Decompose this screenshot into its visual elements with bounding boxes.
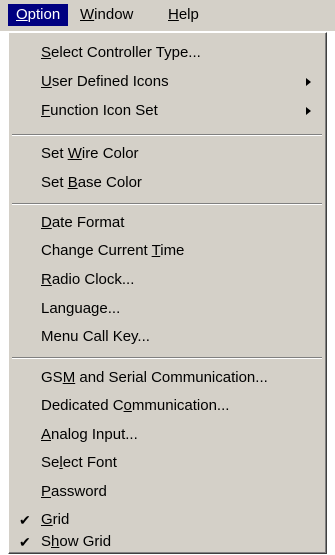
menu-option[interactable]: Option <box>8 4 68 26</box>
item-label-post: ow Grid <box>59 533 112 550</box>
menu-item-select-font[interactable]: Select Font <box>9 451 325 475</box>
item-label-key: A <box>41 426 52 443</box>
option-dropdown-menu: Select Controller Type... User Defined I… <box>8 32 327 554</box>
menu-help-label-post: elp <box>178 6 199 23</box>
item-label-key: G <box>41 511 53 528</box>
menu-option-label-post: ption <box>27 6 61 23</box>
item-label-pre: S <box>41 533 52 550</box>
item-label-post: ate Format <box>51 214 125 231</box>
item-label-key: o <box>123 397 132 414</box>
menu-item-set-wire-color[interactable]: Set Wire Color <box>9 142 325 166</box>
item-label-key: U <box>41 73 52 90</box>
item-label-key: R <box>41 271 52 288</box>
item-label-pre: Set <box>41 145 68 162</box>
menu-item-select-controller-type[interactable]: Select Controller Type... <box>9 41 325 65</box>
item-label-pre: GS <box>41 369 63 386</box>
item-label-post: rid <box>52 511 70 528</box>
item-label-key: B <box>67 174 78 191</box>
item-label-post: mmunication... <box>131 397 230 414</box>
item-label: Menu Call Key... <box>41 328 150 345</box>
item-label-post: and Serial Communication... <box>75 369 268 386</box>
item-label-key: P <box>41 483 52 500</box>
item-label-key: M <box>62 369 76 386</box>
item-label-post: ser Defined Icons <box>51 73 169 90</box>
menu-window-label-post: indow <box>94 6 134 23</box>
item-label-post: ase Color <box>77 174 142 191</box>
menu-separator <box>12 134 322 136</box>
menu-separator <box>12 357 322 359</box>
menu-item-change-current-time[interactable]: Change Current Time <box>9 239 325 263</box>
item-label-post: nalog Input... <box>51 426 138 443</box>
submenu-arrow-icon <box>306 78 311 86</box>
item-label-key: F <box>41 102 51 119</box>
menu-item-analog-input[interactable]: Analog Input... <box>9 423 325 447</box>
menu-window-label-key: W <box>80 6 95 23</box>
item-label-key: S <box>41 44 52 61</box>
item-label-post: ime <box>160 242 185 259</box>
menu-item-function-icon-set[interactable]: Function Icon Set <box>9 99 325 123</box>
checkmark-icon: ✔ <box>19 534 31 550</box>
menu-item-password[interactable]: Password <box>9 480 325 504</box>
item-label-post: unction Icon Set <box>50 102 158 119</box>
menu-item-radio-clock[interactable]: Radio Clock... <box>9 268 325 292</box>
menu-item-gsm-serial-communication[interactable]: GSM and Serial Communication... <box>9 366 325 390</box>
menu-option-label-key: O <box>16 6 28 23</box>
menu-item-menu-call-key[interactable]: Menu Call Key... <box>9 325 325 349</box>
menu-help-label-key: H <box>168 6 179 23</box>
menu-window[interactable]: Window <box>72 4 158 26</box>
item-label-post: adio Clock... <box>51 271 135 288</box>
item-label-post: elect Controller Type... <box>51 44 201 61</box>
menu-item-dedicated-communication[interactable]: Dedicated Communication... <box>9 394 325 418</box>
menu-item-language[interactable]: Language... <box>9 297 325 321</box>
item-label-key: W <box>67 145 82 162</box>
item-label-key: T <box>151 242 161 259</box>
item-label-pre: Set <box>41 174 68 191</box>
item-label-pre: Dedicated C <box>41 397 124 414</box>
item-label-pre: Se <box>41 454 60 471</box>
menu-item-date-format[interactable]: Date Format <box>9 211 325 235</box>
submenu-arrow-icon <box>306 107 311 115</box>
item-label-key: D <box>41 214 52 231</box>
menu-item-show-grid[interactable]: ✔ Show Grid <box>9 530 325 554</box>
menu-bar: Option Window Help <box>0 0 335 32</box>
menu-item-set-base-color[interactable]: Set Base Color <box>9 171 325 195</box>
item-label-post: ire Color <box>81 145 139 162</box>
item-label-post: assword <box>51 483 107 500</box>
menu-item-user-defined-icons[interactable]: User Defined Icons <box>9 70 325 94</box>
checkmark-icon: ✔ <box>19 512 31 528</box>
item-label-pre: Change Current <box>41 242 152 259</box>
menu-help[interactable]: Help <box>160 4 216 26</box>
menu-separator <box>12 203 322 205</box>
menu-item-grid[interactable]: ✔ Grid <box>9 508 325 532</box>
item-label-post: ect Font <box>62 454 117 471</box>
item-label: Language... <box>41 300 121 317</box>
